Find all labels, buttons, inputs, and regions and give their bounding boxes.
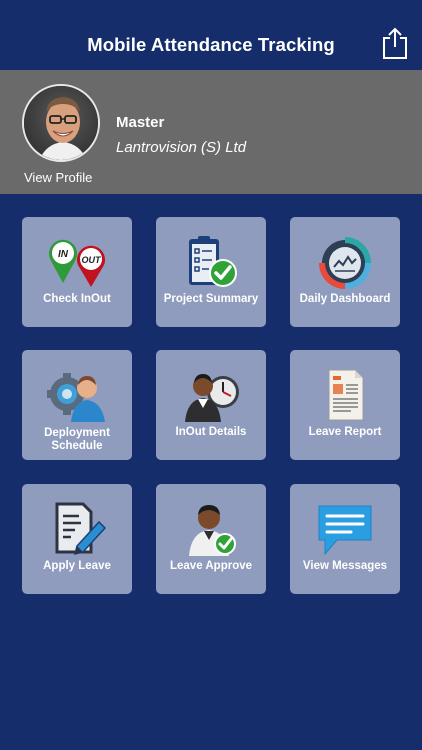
tile-label: Check InOut (43, 293, 111, 305)
tile-label-line2: Schedule (51, 440, 103, 452)
dashboard-gauge-icon (319, 237, 371, 289)
chat-bubble-icon (318, 505, 372, 556)
clipboard-check-icon (189, 236, 237, 287)
tile-label: Deployment Schedule (22, 427, 132, 453)
report-document-icon (328, 369, 364, 421)
document-pen-icon (55, 502, 107, 556)
tile-label: Leave Report (308, 426, 382, 438)
page-title: Mobile Attendance Tracking (87, 34, 335, 55)
user-check-icon (189, 505, 236, 556)
leave-approve-tile[interactable]: Leave Approve (156, 484, 266, 594)
profile-panel: View Profile Master Lantrovision (S) Ltd (0, 70, 422, 194)
inout-details-tile[interactable]: InOut Details (156, 350, 266, 460)
out-text: OUT (82, 255, 103, 265)
apply-leave-tile[interactable]: Apply Leave (22, 484, 132, 594)
profile-company: Lantrovision (S) Ltd (116, 139, 247, 156)
tile-label: Daily Dashboard (299, 293, 391, 305)
tile-label: InOut Details (175, 426, 247, 438)
user-gear-icon (47, 373, 105, 422)
in-text: IN (58, 249, 69, 260)
daily-dashboard-tile[interactable]: Daily Dashboard (290, 217, 400, 327)
app-header: Mobile Attendance Tracking (0, 0, 422, 70)
tile-label: View Messages (302, 560, 388, 572)
check-inout-tile[interactable]: IN OUT Check InOut (22, 217, 132, 327)
tile-label-line1: Deployment (44, 427, 110, 439)
check-in-out-icon: IN OUT (49, 239, 105, 287)
view-messages-tile[interactable]: View Messages (290, 484, 400, 594)
tile-label: Leave Approve (169, 560, 253, 572)
view-profile-link[interactable]: View Profile (24, 170, 92, 185)
leave-report-tile[interactable]: Leave Report (290, 350, 400, 460)
profile-name: Master (116, 114, 165, 131)
tile-label: Apply Leave (43, 560, 111, 572)
deployment-schedule-tile[interactable]: Deployment Schedule (22, 350, 132, 460)
share-icon[interactable] (382, 27, 408, 59)
project-summary-tile[interactable]: Project Summary (156, 217, 266, 327)
tile-label: Project Summary (163, 293, 259, 305)
avatar[interactable] (22, 84, 100, 162)
user-clock-icon (185, 374, 239, 422)
